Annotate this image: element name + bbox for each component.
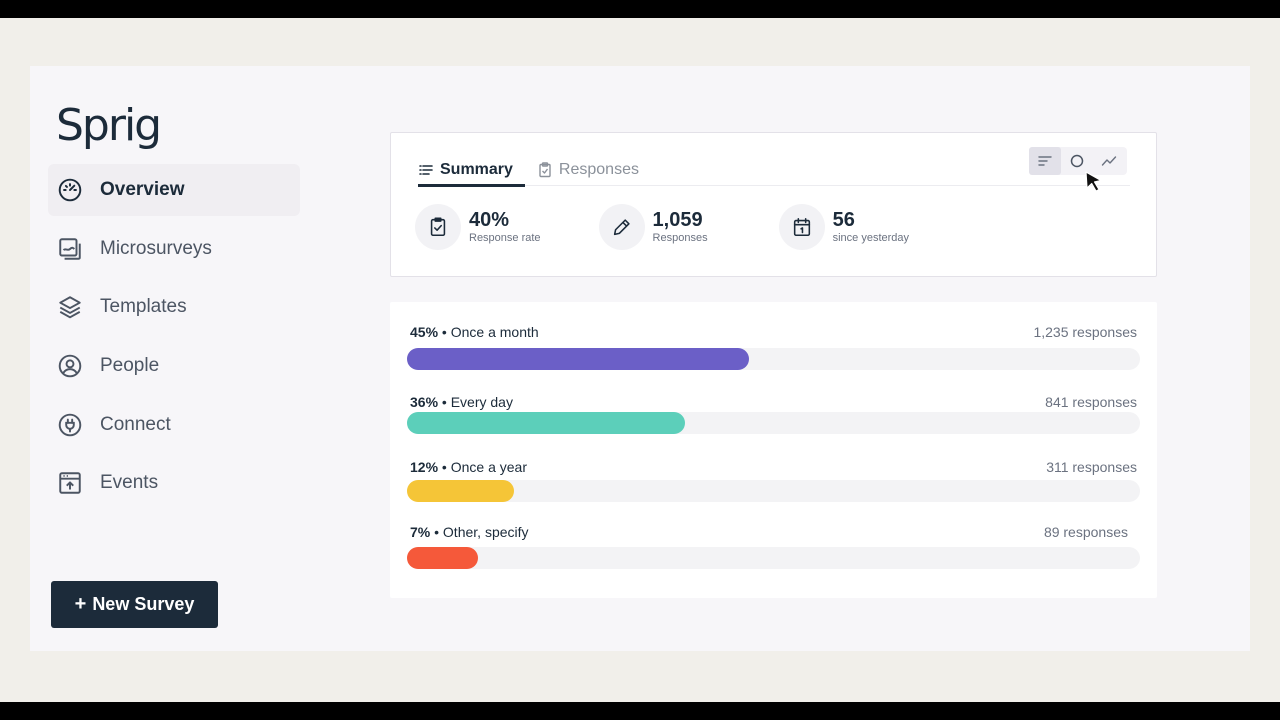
stat-label: Responses — [652, 232, 708, 244]
event-icon — [57, 470, 83, 496]
sidebar-item-label: Connect — [100, 413, 171, 435]
progress-fill — [407, 547, 479, 569]
stat-value: 56 — [832, 209, 855, 231]
progress-track — [407, 547, 1140, 569]
answer-text: Once a month — [450, 324, 539, 340]
tab-summary[interactable]: Summary — [418, 153, 513, 187]
new-survey-button[interactable]: + New Survey — [51, 581, 218, 628]
summary-card: Summary Responses 40% Response rate 1,05… — [390, 132, 1157, 277]
answer-text: Every day — [450, 394, 513, 410]
user-circle-icon — [57, 353, 83, 379]
answer-percent: 12% — [410, 459, 439, 475]
layers-icon — [57, 294, 83, 320]
clipboard-icon — [539, 162, 551, 178]
answer-label: 45% • Once a month — [410, 324, 539, 340]
letterbox-top — [0, 0, 1280, 18]
stat-response-rate: 40% Response rate — [415, 204, 541, 250]
pencil-icon — [598, 204, 645, 250]
microsurvey-icon — [57, 236, 83, 262]
sidebar-nav: Overview Microsurveys Templates People C… — [48, 164, 300, 516]
progress-fill — [407, 480, 515, 502]
answer-label: 12% • Once a year — [410, 459, 527, 475]
answer-count: 89 responses — [1043, 524, 1128, 540]
letterbox-bottom — [0, 702, 1280, 720]
stat-value: 1,059 — [652, 209, 703, 231]
response-distribution-card: 45% • Once a month 1,235 responses 36% •… — [390, 302, 1157, 598]
gauge-icon — [57, 177, 83, 203]
answer-text: Other, specify — [442, 524, 529, 540]
answer-percent: 45% — [410, 324, 439, 340]
bar-view-button[interactable] — [1029, 147, 1061, 175]
sidebar-item-label: Templates — [100, 296, 187, 318]
answer-row: 7% • Other, specify 89 responses — [407, 522, 1140, 569]
bar-view-icon — [1038, 156, 1052, 166]
new-survey-label: New Survey — [92, 594, 195, 614]
sidebar-item-overview[interactable]: Overview — [48, 164, 300, 216]
sidebar-item-microsurveys[interactable]: Microsurveys — [48, 223, 300, 275]
answer-row: 45% • Once a month 1,235 responses — [407, 322, 1140, 370]
answer-percent: 36% — [410, 394, 439, 410]
clipboard-check-icon — [415, 204, 461, 250]
line-view-icon — [1101, 156, 1117, 166]
sidebar-item-events[interactable]: Events — [48, 457, 300, 509]
stat-responses: 1,059 Responses — [598, 204, 708, 250]
stats-row: 40% Response rate 1,059 Responses 56 sin… — [415, 204, 909, 250]
sidebar-item-templates[interactable]: Templates — [48, 281, 300, 333]
view-toggle — [1029, 147, 1127, 175]
tab-label: Summary — [440, 161, 513, 178]
sidebar-item-people[interactable]: People — [48, 340, 300, 392]
progress-track — [407, 348, 1140, 370]
answer-text: Once a year — [450, 459, 527, 475]
progress-fill — [407, 412, 685, 434]
stat-label: Response rate — [469, 232, 541, 244]
sidebar-item-connect[interactable]: Connect — [48, 399, 300, 451]
app-window: Sprig Overview Microsurveys Templates Pe… — [30, 66, 1250, 651]
plus-icon: + — [74, 593, 87, 615]
sidebar-item-label: Microsurveys — [100, 237, 212, 259]
progress-track — [407, 480, 1140, 502]
active-tab-indicator — [418, 184, 525, 187]
tab-responses[interactable]: Responses — [537, 153, 639, 187]
sidebar-item-label: Events — [100, 472, 159, 494]
progress-track — [407, 412, 1140, 434]
answer-row: 12% • Once a year 311 responses — [407, 457, 1140, 502]
sprig-logo: Sprig — [56, 100, 162, 151]
stat-since-yesterday: 56 since yesterday — [778, 204, 910, 250]
stat-label: since yesterday — [832, 232, 910, 244]
sidebar-item-label: People — [100, 355, 160, 377]
answer-row: 36% • Every day 841 responses — [407, 392, 1140, 434]
plug-icon — [57, 412, 83, 438]
answer-count: 311 responses — [1046, 459, 1137, 475]
stat-value: 40% — [469, 209, 510, 231]
answer-count: 1,235 responses — [1033, 324, 1137, 340]
tab-label: Responses — [558, 161, 639, 178]
answer-label: 7% • Other, specify — [410, 524, 529, 540]
sidebar-item-label: Overview — [100, 179, 185, 200]
calendar-icon — [778, 204, 825, 250]
answer-count: 841 responses — [1045, 394, 1137, 410]
mouse-cursor-icon — [1085, 171, 1102, 192]
list-icon — [419, 165, 433, 175]
answer-label: 36% • Every day — [410, 394, 513, 410]
answer-percent: 7% — [410, 524, 431, 540]
donut-view-icon — [1070, 154, 1084, 168]
progress-fill — [407, 348, 749, 370]
tab-bar: Summary Responses — [418, 153, 639, 187]
